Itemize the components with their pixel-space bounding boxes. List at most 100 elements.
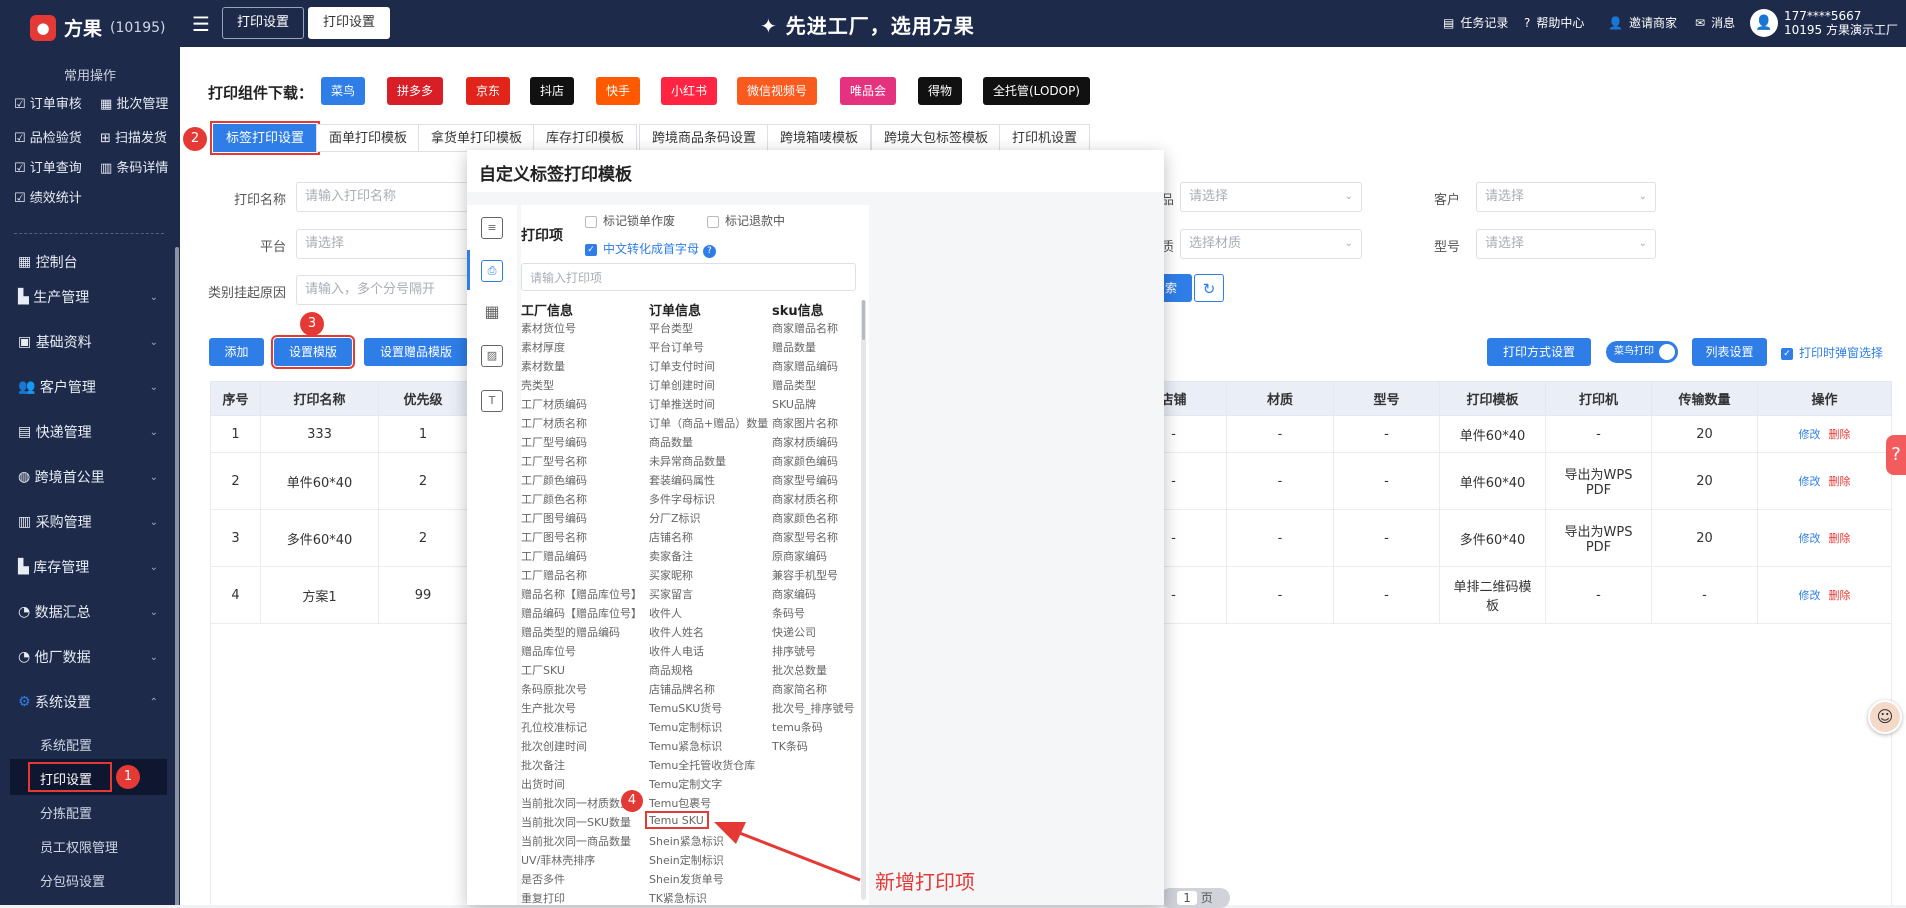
print-item-option[interactable]: 出货时间: [521, 776, 565, 792]
sidebar-scrollbar[interactable]: [175, 247, 179, 905]
table-row[interactable]: - - - 多件60*40 导出为WPS PDF 20 修改 删除: [1120, 509, 1892, 567]
material-select[interactable]: 选择材质 ⌄: [1180, 229, 1362, 259]
submenu-package-code[interactable]: 分包码设置: [40, 871, 105, 890]
print-item-option[interactable]: 商家图片名称: [772, 415, 838, 431]
print-item-option[interactable]: 批次总数量: [772, 662, 827, 678]
print-item-option[interactable]: SKU品牌: [772, 396, 816, 412]
download-wechat-video-button[interactable]: 微信视频号: [737, 77, 818, 105]
print-item-option[interactable]: 工厂型号编码: [521, 434, 587, 450]
print-item-option[interactable]: 赠品数量: [772, 339, 816, 355]
menu-base-data[interactable]: ▣ 基础资料 ⌄: [18, 332, 158, 352]
print-item-option[interactable]: 工厂赠品编码: [521, 548, 587, 564]
print-item-option[interactable]: 订单推送时间: [649, 396, 715, 412]
tab-crossborder-carton[interactable]: 跨境箱唛模板: [767, 124, 872, 152]
quick-barcode-detail[interactable]: ▥ 条码详情: [100, 157, 168, 176]
print-item-option[interactable]: 分厂Z标识: [649, 510, 701, 526]
menu-other-factory[interactable]: ◔ 他厂数据 ⌄: [18, 647, 158, 667]
print-item-option[interactable]: 赠品类型: [772, 377, 816, 393]
print-item-option[interactable]: 当前批次同一SKU数量: [521, 814, 631, 830]
print-item-option[interactable]: 快递公司: [772, 624, 816, 640]
download-dewu-button[interactable]: 得物: [918, 77, 963, 105]
product-select[interactable]: 请选择 ⌄: [1180, 182, 1362, 212]
print-item-option[interactable]: 工厂型号名称: [521, 453, 587, 469]
print-item-option[interactable]: 商品规格: [649, 662, 693, 678]
print-item-option[interactable]: 工厂颜色编码: [521, 472, 587, 488]
print-item-option[interactable]: 条码号: [772, 605, 805, 621]
print-item-option[interactable]: 商家颜色名称: [772, 510, 838, 526]
mark-lock-void-checkbox[interactable]: 标记锁单作废: [585, 212, 675, 229]
question-icon[interactable]: ?: [702, 245, 716, 258]
text-list-icon[interactable]: ≡: [481, 217, 503, 239]
help-center-link[interactable]: ? 帮助中心: [1524, 14, 1584, 31]
print-item-option[interactable]: 条码原批次号: [521, 681, 587, 697]
quick-performance[interactable]: ☑ 绩效统计: [14, 187, 82, 206]
image-icon[interactable]: ▨: [481, 345, 503, 367]
task-record-link[interactable]: ▤ 任务记录: [1443, 14, 1508, 31]
print-item-option[interactable]: 批次创建时间: [521, 738, 587, 754]
print-name-input[interactable]: 请输入打印名称: [296, 182, 476, 212]
table-row[interactable]: - - - 单件60*40-20 修改 删除: [1120, 415, 1892, 453]
print-item-option[interactable]: temu条码: [772, 719, 823, 735]
edit-link[interactable]: 修改: [1799, 532, 1821, 545]
top-tab-print-settings-2[interactable]: 打印设置: [308, 7, 391, 39]
app-logo[interactable]: ● 方果 (10195): [30, 14, 165, 41]
print-item-option[interactable]: 工厂材质名称: [521, 415, 587, 431]
print-item-option[interactable]: 订单（商品+赠品）数量: [649, 415, 768, 431]
submenu-staff-permissions[interactable]: 员工权限管理: [40, 837, 118, 856]
print-item-option[interactable]: 多件字母标识: [649, 491, 715, 507]
print-item-option[interactable]: 工厂材质编码: [521, 396, 587, 412]
download-pdd-button[interactable]: 拼多多: [387, 77, 444, 105]
print-item-option[interactable]: 未异常商品数量: [649, 453, 726, 469]
tab-label-print-settings[interactable]: 标签打印设置: [209, 121, 321, 155]
print-item-option[interactable]: 收件人: [649, 605, 682, 621]
edit-link[interactable]: 修改: [1799, 428, 1821, 441]
print-item-option[interactable]: 买家留言: [649, 586, 693, 602]
printer-icon[interactable]: ⎙: [481, 260, 503, 282]
print-item-option[interactable]: 商家材质名称: [772, 491, 838, 507]
print-item-option[interactable]: 壳类型: [521, 377, 554, 393]
tab-printer-settings[interactable]: 打印机设置: [999, 124, 1091, 152]
platform-select[interactable]: 请选择: [296, 229, 476, 259]
mark-refunding-checkbox[interactable]: 标记退款中: [707, 212, 785, 229]
print-item-option[interactable]: 原商家编码: [772, 548, 827, 564]
download-lodop-button[interactable]: 全托管(LODOP): [983, 77, 1090, 105]
quick-quality-check[interactable]: ☑ 品检验货: [14, 127, 82, 146]
print-item-option[interactable]: 重复打印: [521, 890, 565, 906]
avatar[interactable]: 👤: [1750, 9, 1778, 37]
quick-scan-ship[interactable]: ⊞ 扫描发货: [100, 127, 167, 146]
print-item-option[interactable]: 店铺名称: [649, 529, 693, 545]
submenu-system-config[interactable]: 系统配置: [40, 735, 92, 754]
table-row[interactable]: 4 方案1 99: [210, 566, 468, 624]
edit-link[interactable]: 修改: [1799, 589, 1821, 602]
print-item-option[interactable]: 生产批次号: [521, 700, 576, 716]
print-item-option[interactable]: 商家型号名称: [772, 529, 838, 545]
delete-link[interactable]: 删除: [1829, 475, 1851, 488]
download-vip-button[interactable]: 唯品会: [840, 77, 897, 105]
print-item-option[interactable]: 套装编码属性: [649, 472, 715, 488]
print-item-option[interactable]: Temu定制标识: [649, 719, 722, 735]
download-douyin-button[interactable]: 抖店: [530, 77, 575, 105]
tab-crossborder-barcode[interactable]: 跨境商品条码设置: [639, 124, 770, 152]
menu-system-settings[interactable]: ⚙ 系统设置 ⌃: [18, 692, 158, 712]
print-item-option[interactable]: 当前批次同一材质数量: [521, 795, 631, 811]
quick-order-review[interactable]: ☑ 订单审核: [14, 93, 82, 112]
menu-crossborder[interactable]: ◍ 跨境首公里 ⌄: [18, 467, 158, 487]
print-item-option[interactable]: 平台类型: [649, 320, 693, 336]
print-item-option[interactable]: 素材货位号: [521, 320, 576, 336]
text-icon[interactable]: T: [481, 390, 503, 412]
messages-link[interactable]: ✉ 消息: [1695, 14, 1735, 31]
chinese-initials-checkbox[interactable]: ✓ 中文转化成首字母 ?: [585, 240, 716, 258]
set-template-button[interactable]: 设置模版: [271, 335, 355, 369]
print-item-option[interactable]: Temu全托管收货仓库: [649, 757, 755, 773]
column-settings-button[interactable]: 列表设置: [1692, 338, 1767, 366]
delete-link[interactable]: 删除: [1829, 428, 1851, 441]
menu-toggle-icon[interactable]: ☰: [192, 12, 210, 36]
print-item-option[interactable]: 买家昵称: [649, 567, 693, 583]
menu-purchase[interactable]: ▥ 采购管理 ⌄: [18, 512, 158, 532]
print-item-option[interactable]: 批次号_排序號号: [772, 700, 855, 716]
print-item-option[interactable]: 商家编码: [772, 586, 816, 602]
print-item-option[interactable]: TK条码: [772, 738, 808, 754]
top-tab-print-settings-1[interactable]: 打印设置: [222, 7, 305, 39]
items-scroll-thumb[interactable]: [862, 300, 865, 340]
quick-order-query[interactable]: ☑ 订单查询: [14, 157, 82, 176]
